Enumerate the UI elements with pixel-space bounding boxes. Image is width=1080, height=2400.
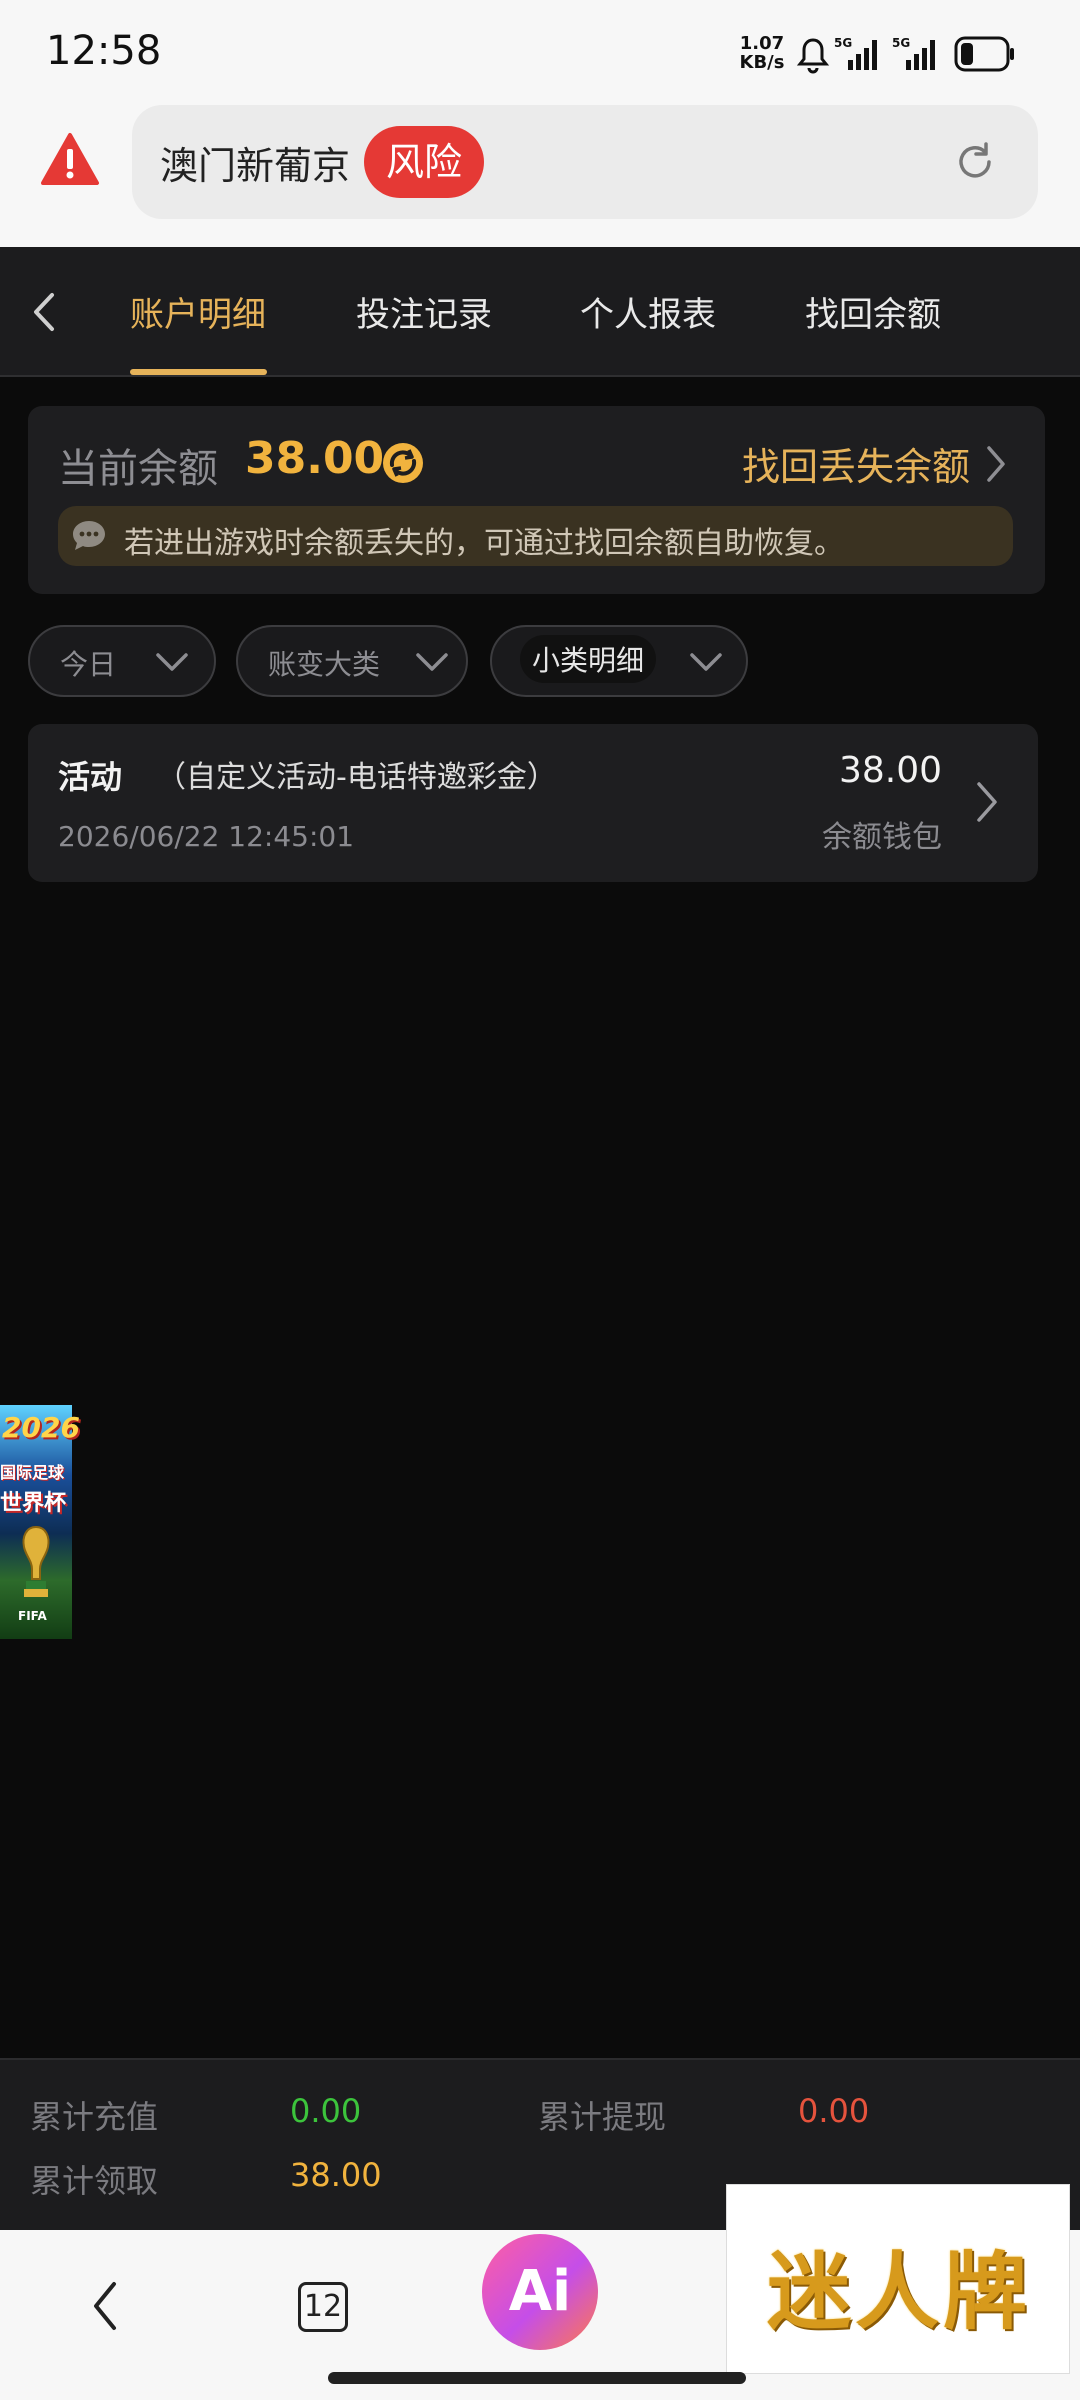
active-tab-indicator	[130, 369, 267, 375]
chevron-down-icon	[416, 653, 448, 671]
recover-lost-balance-link[interactable]: 找回丢失余额	[742, 436, 970, 491]
tab-bar: 账户明细 投注记录 个人报表 找回余额	[0, 247, 1080, 377]
total-withdraw-label: 累计提现	[538, 2098, 667, 2136]
promo-line2: 世界杯	[0, 1491, 67, 1516]
signal-2-icon	[906, 40, 935, 70]
battery-icon	[954, 36, 1014, 72]
net-speed-unit: KB/s	[739, 52, 785, 73]
tab-personal-report[interactable]: 个人报表	[580, 287, 716, 336]
tip-banner: 若进出游戏时余额丢失的，可通过找回余额自助恢复。	[58, 506, 1013, 566]
balance-card: 当前余额 38.00 找回丢失余额 若进出游戏时余额丢失的，可通过找回余额自助恢…	[28, 406, 1045, 594]
chevron-down-icon	[690, 653, 722, 671]
reload-icon[interactable]	[952, 139, 998, 185]
tab-recover-balance[interactable]: 找回余额	[805, 287, 941, 336]
clock: 12:58	[46, 28, 162, 74]
total-recharge-label: 累计充值	[30, 2098, 159, 2136]
category-filter-label: 账变大类	[268, 648, 381, 681]
risk-badge[interactable]: 风险	[364, 126, 485, 198]
brand-watermark: 迷人牌	[726, 2184, 1070, 2374]
date-filter-dropdown[interactable]: 今日	[28, 625, 216, 697]
tabs-count-button[interactable]: 12	[298, 2282, 348, 2332]
ai-assistant-button[interactable]: Ai	[482, 2234, 598, 2350]
transaction-detail: （自定义活动-电话特邀彩金）	[156, 760, 557, 795]
transaction-datetime: 2026/06/22 12:45:01	[58, 820, 355, 853]
subcategory-filter-label: 小类明细	[520, 635, 657, 683]
browser-back-icon[interactable]	[88, 2278, 124, 2334]
transaction-wallet: 余额钱包	[822, 820, 942, 855]
transaction-type: 活动	[58, 758, 123, 796]
promo-year: 2026	[2, 1411, 80, 1444]
tab-bet-records[interactable]: 投注记录	[356, 287, 492, 336]
home-indicator[interactable]	[328, 2372, 746, 2384]
net-speed: 1.07 KB/s	[736, 34, 788, 72]
brand-logo-text: 迷人牌	[767, 2243, 1032, 2341]
transaction-amount: 38.00	[838, 750, 942, 791]
url-field[interactable]: 澳门新葡京 风险	[132, 105, 1038, 219]
browser-address-bar: 澳门新葡京 风险	[0, 105, 1080, 247]
chat-bubble-icon	[73, 521, 105, 550]
balance-value: 38.00	[245, 433, 385, 484]
back-arrow-icon[interactable]	[30, 291, 60, 333]
balance-label: 当前余额	[58, 446, 218, 492]
status-bar: 12:58 1.07 KB/s 5G 5G	[0, 0, 1080, 105]
warning-icon[interactable]	[40, 131, 100, 187]
tip-text: 若进出游戏时余额丢失的，可通过找回余额自助恢复。	[124, 526, 844, 561]
url-title: 澳门新葡京	[160, 144, 351, 188]
promo-fifa-badge: FIFA	[18, 1609, 47, 1623]
tab-account-details[interactable]: 账户明细	[130, 287, 266, 336]
promo-line1: 国际足球	[0, 1463, 65, 1482]
chevron-down-icon	[156, 653, 188, 671]
bell-icon	[796, 38, 830, 74]
transaction-row[interactable]: 活动 （自定义活动-电话特邀彩金） 2026/06/22 12:45:01 38…	[28, 724, 1038, 882]
refresh-balance-icon[interactable]	[380, 440, 426, 486]
total-withdraw-value: 0.00	[798, 2092, 870, 2130]
chevron-right-icon	[977, 782, 997, 822]
world-cup-promo-banner[interactable]: 2026 国际足球 世界杯 FIFA	[0, 1405, 80, 1639]
trophy-icon	[22, 1525, 50, 1597]
total-claimed-label: 累计领取	[30, 2162, 159, 2200]
date-filter-label: 今日	[60, 648, 117, 681]
net-speed-value: 1.07	[739, 33, 785, 54]
total-recharge-value: 0.00	[290, 2092, 362, 2130]
chevron-right-icon[interactable]	[984, 444, 1008, 484]
category-filter-dropdown[interactable]: 账变大类	[236, 625, 468, 697]
subcategory-filter-dropdown[interactable]: 小类明细	[490, 625, 748, 697]
total-claimed-value: 38.00	[290, 2156, 382, 2194]
signal-1-icon	[848, 40, 877, 70]
